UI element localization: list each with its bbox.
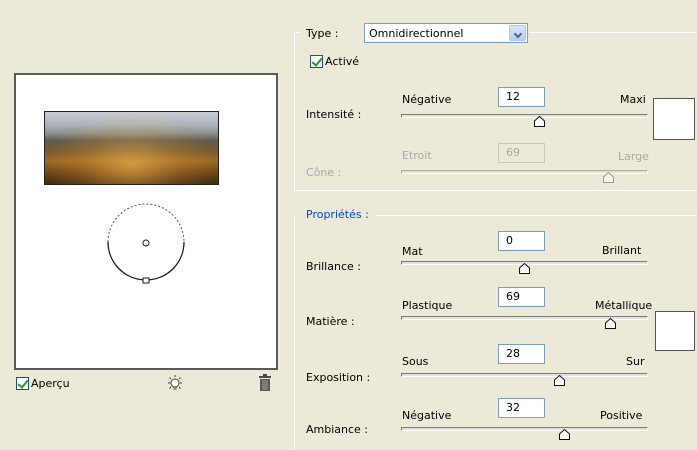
type-dropdown-value: Omnidirectionnel bbox=[369, 27, 464, 40]
type-label: Type : bbox=[306, 27, 339, 40]
light-color-swatch[interactable] bbox=[653, 98, 695, 140]
exposure-max-label: Sur bbox=[626, 355, 645, 368]
preview-checkbox[interactable] bbox=[16, 377, 29, 390]
intensity-input[interactable]: 12 bbox=[498, 87, 545, 107]
material-input[interactable]: 69 bbox=[498, 287, 545, 307]
cone-label: Cône : bbox=[306, 166, 342, 179]
group-border-bottom bbox=[294, 190, 697, 191]
properties-border-top bbox=[375, 215, 697, 216]
ambience-min-label: Négative bbox=[402, 409, 452, 422]
cone-max-label: Large bbox=[618, 150, 649, 163]
slider-thumb-icon bbox=[602, 172, 614, 183]
slider-thumb-icon[interactable] bbox=[605, 318, 617, 329]
slider-thumb-icon[interactable] bbox=[519, 263, 530, 274]
chevron-down-icon[interactable] bbox=[509, 25, 526, 41]
material-color-swatch[interactable] bbox=[655, 311, 695, 351]
material-label: Matière : bbox=[306, 315, 355, 328]
cone-min-label: Etroit bbox=[402, 149, 432, 162]
material-min-label: Plastique bbox=[402, 299, 453, 312]
intensity-max-label: Maxi bbox=[620, 93, 646, 106]
material-max-label: Métallique bbox=[595, 299, 653, 312]
gloss-max-label: Brillant bbox=[602, 244, 642, 257]
ambience-input[interactable]: 32 bbox=[498, 398, 545, 418]
properties-section-label: Propriétés : bbox=[306, 208, 369, 221]
exposure-min-label: Sous bbox=[402, 355, 429, 368]
trash-icon[interactable] bbox=[258, 374, 272, 395]
active-checkbox[interactable] bbox=[310, 55, 323, 68]
preview-photo bbox=[44, 111, 219, 185]
properties-border-left bbox=[294, 215, 295, 450]
group-border-top-left bbox=[294, 32, 300, 33]
ambience-max-label: Positive bbox=[600, 409, 643, 422]
group-border-left bbox=[294, 32, 295, 190]
type-dropdown[interactable]: Omnidirectionnel bbox=[364, 23, 528, 43]
exposure-input[interactable]: 28 bbox=[498, 344, 545, 364]
exposure-label: Exposition : bbox=[306, 371, 371, 384]
light-ellipse-handle[interactable] bbox=[96, 200, 196, 290]
intensity-min-label: Négative bbox=[402, 93, 452, 106]
gloss-input[interactable]: 0 bbox=[498, 231, 545, 251]
ambience-slider-track[interactable] bbox=[401, 427, 648, 431]
gloss-min-label: Mat bbox=[402, 245, 423, 258]
active-label: Activé bbox=[325, 55, 360, 68]
gloss-label: Brillance : bbox=[306, 260, 361, 273]
slider-thumb-icon[interactable] bbox=[533, 116, 545, 127]
group-border-top-right bbox=[530, 32, 697, 33]
cone-input: 69 bbox=[498, 143, 545, 163]
ambience-label: Ambiance : bbox=[306, 423, 369, 436]
exposure-slider-track[interactable] bbox=[401, 373, 648, 377]
preview-label: Aperçu bbox=[31, 377, 70, 390]
slider-thumb-icon[interactable] bbox=[553, 375, 565, 386]
intensity-label: Intensité : bbox=[306, 108, 362, 121]
light-bulb-icon[interactable] bbox=[164, 373, 186, 398]
intensity-slider-track[interactable] bbox=[401, 114, 648, 118]
slider-thumb-icon[interactable] bbox=[558, 429, 570, 440]
